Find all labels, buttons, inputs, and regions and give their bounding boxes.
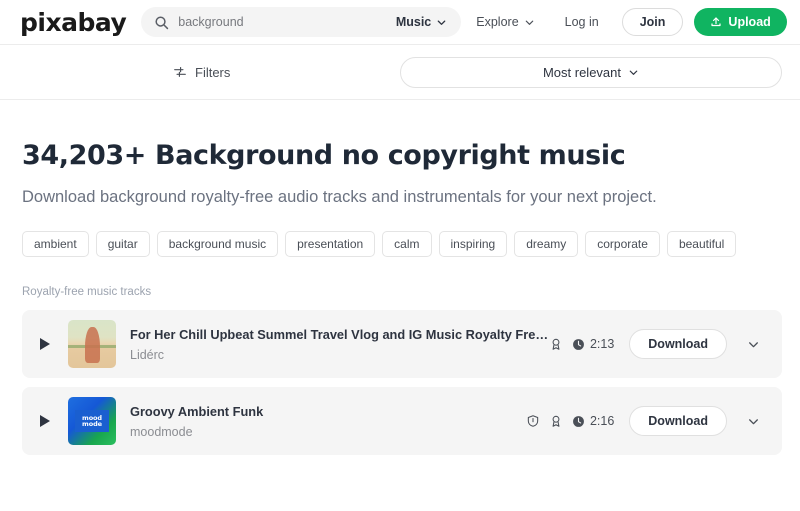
award-icon	[549, 414, 563, 428]
chevron-down-icon	[436, 17, 447, 28]
tag-chip[interactable]: corporate	[585, 231, 660, 258]
search-category-dropdown[interactable]: Music	[396, 15, 447, 29]
track-artist[interactable]: moodmode	[130, 425, 526, 439]
track-title[interactable]: For Her Chill Upbeat Summel Travel Vlog …	[130, 327, 549, 342]
track-controls: 2:13 Download	[549, 329, 766, 360]
search-category-label: Music	[395, 15, 432, 29]
award-icon	[549, 337, 563, 351]
track-meta: For Her Chill Upbeat Summel Travel Vlog …	[130, 327, 549, 362]
moodmode-logo-line2: mode	[82, 420, 102, 429]
filterbar-divider	[0, 99, 800, 100]
chevron-down-icon	[628, 67, 639, 78]
upload-button[interactable]: Upload	[694, 8, 787, 36]
track-title[interactable]: Groovy Ambient Funk	[130, 404, 526, 419]
track-controls: 2:16 Download	[526, 406, 766, 437]
track-meta: Groovy Ambient Funk moodmode	[130, 404, 526, 439]
track-thumbnail[interactable]: mood mode	[68, 397, 116, 446]
track-row[interactable]: mood mode Groovy Ambient Funk moodmode 2…	[22, 387, 782, 456]
tag-chip[interactable]: inspiring	[438, 231, 508, 258]
sort-label: Most relevant	[542, 64, 622, 80]
search-bar[interactable]: Music	[141, 7, 462, 37]
play-icon[interactable]	[22, 338, 68, 351]
search-icon	[154, 15, 169, 30]
pixabay-logo[interactable]: pixabay	[20, 10, 127, 35]
page-subtitle: Download background royalty-free audio t…	[22, 188, 657, 206]
join-button[interactable]: Join	[621, 8, 684, 36]
tag-chip[interactable]: ambient	[22, 231, 89, 258]
filter-bar: Filters Most relevant	[0, 45, 800, 99]
section-label: Royalty-free music tracks	[22, 286, 152, 299]
track-thumbnail[interactable]	[68, 320, 116, 369]
track-artist[interactable]: Lidérc	[130, 348, 549, 362]
clock-icon	[572, 338, 585, 351]
nav-login[interactable]: Log in	[550, 15, 614, 29]
tag-list: ambient guitar background music presenta…	[22, 231, 782, 258]
clock-icon	[572, 415, 585, 428]
filters-label: Filters	[195, 64, 231, 80]
track-row[interactable]: For Her Chill Upbeat Summel Travel Vlog …	[22, 310, 782, 379]
nav-explore[interactable]: Explore	[461, 15, 549, 29]
track-duration: 2:16	[572, 414, 614, 428]
track-expand-chevron[interactable]	[740, 415, 766, 428]
header-nav: Explore Log in Join Upload	[461, 8, 787, 36]
filters-button[interactable]: Filters	[173, 65, 230, 80]
duration-label: 2:13	[589, 337, 615, 352]
download-button[interactable]: Download	[629, 329, 727, 360]
shield-icon	[526, 414, 540, 428]
track-expand-chevron[interactable]	[740, 338, 766, 351]
search-input[interactable]	[178, 15, 387, 29]
moodmode-logo: mood mode	[75, 410, 109, 433]
page-title: 34,203+ Background no copyright music	[22, 140, 626, 171]
sliders-icon	[173, 65, 187, 79]
chevron-down-icon	[524, 17, 535, 28]
upload-icon	[710, 16, 722, 28]
tag-chip[interactable]: background music	[156, 231, 279, 258]
nav-explore-label: Explore	[476, 15, 519, 29]
download-button[interactable]: Download	[629, 406, 727, 437]
main-content: 34,203+ Background no copyright music Do…	[0, 140, 800, 456]
duration-label: 2:16	[589, 414, 615, 429]
play-icon[interactable]	[22, 415, 68, 428]
site-header: pixabay Music Explore Log in Join	[0, 0, 800, 44]
tag-chip[interactable]: guitar	[95, 231, 150, 258]
tag-chip[interactable]: beautiful	[666, 231, 737, 258]
track-list: For Her Chill Upbeat Summel Travel Vlog …	[22, 310, 782, 456]
sort-dropdown[interactable]: Most relevant	[400, 56, 782, 88]
track-badges	[549, 337, 563, 351]
tag-chip[interactable]: dreamy	[514, 231, 579, 258]
track-badges	[526, 414, 563, 428]
upload-label: Upload	[728, 15, 771, 29]
tag-chip[interactable]: presentation	[285, 231, 376, 258]
tag-chip[interactable]: calm	[382, 231, 432, 258]
track-duration: 2:13	[572, 337, 614, 351]
nav-login-label: Log in	[564, 15, 599, 29]
